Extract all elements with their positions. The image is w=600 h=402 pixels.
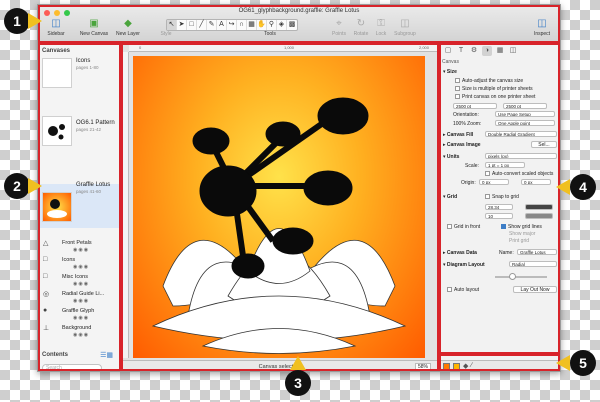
callout-1: 1 <box>4 8 30 34</box>
inspector-highlight <box>439 43 560 354</box>
callout-3: 3 <box>285 370 311 396</box>
canvas-highlight <box>121 43 439 371</box>
callout-arrow <box>28 13 42 29</box>
callout-4: 4 <box>570 174 596 200</box>
callout-2: 2 <box>4 173 30 199</box>
callout-arrow <box>28 178 42 194</box>
callout-arrow <box>556 355 570 371</box>
callout-arrow <box>556 179 570 195</box>
toolbar-highlight <box>38 5 560 43</box>
callout-5: 5 <box>570 350 596 376</box>
callout-arrow <box>290 356 306 370</box>
style-tray-highlight <box>439 354 560 371</box>
sidebar-highlight <box>38 43 121 371</box>
